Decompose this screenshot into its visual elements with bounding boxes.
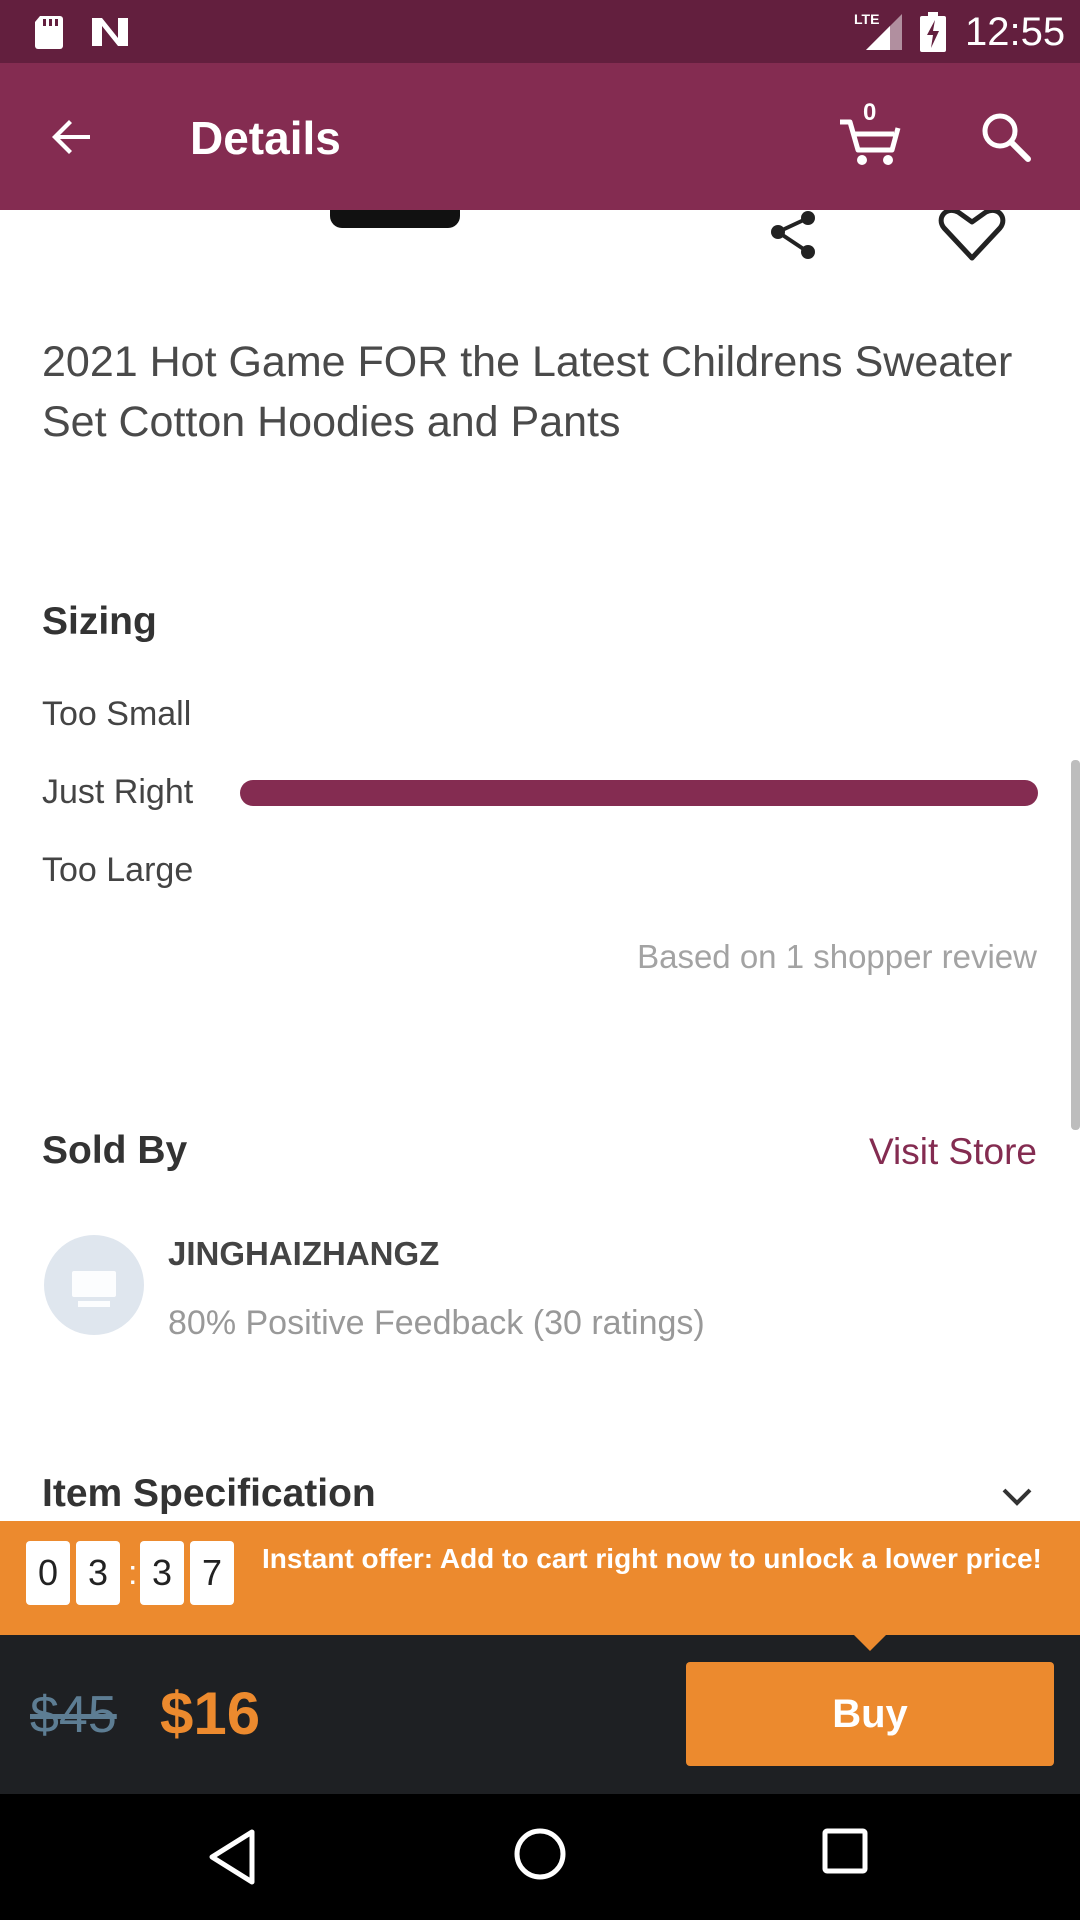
sizing-row-too-large: Too Large: [42, 848, 1042, 892]
buy-bar: $45 $16 Buy: [0, 1635, 1080, 1794]
scrollbar[interactable]: [1071, 760, 1080, 1130]
app-bar: Details 0: [0, 63, 1080, 210]
seller-name[interactable]: JINGHAIZHANGZ: [168, 1234, 439, 1274]
offer-pointer: [854, 1635, 886, 1651]
signal-icon: LTE: [854, 11, 902, 50]
sizing-row-too-small: Too Small: [42, 692, 1042, 736]
visit-store-link[interactable]: Visit Store: [869, 1129, 1037, 1175]
product-details: 2021 Hot Game FOR the Latest Childrens S…: [0, 210, 1080, 1520]
navigation-bar: [0, 1794, 1080, 1920]
sd-card-icon: [35, 16, 63, 49]
nav-back-icon[interactable]: [208, 1828, 258, 1886]
store-icon: [72, 1271, 116, 1307]
clock: 12:55: [965, 10, 1066, 54]
countdown-digit: 0: [26, 1541, 70, 1605]
sizing-bar: [240, 780, 1038, 806]
sizing-bar-fill: [240, 780, 1038, 806]
chevron-down-icon[interactable]: [1000, 1486, 1034, 1508]
page-title: Details: [190, 112, 341, 164]
share-icon[interactable]: [766, 210, 822, 262]
sizing-label: Just Right: [42, 773, 194, 811]
nav-home-icon[interactable]: [512, 1826, 568, 1882]
product-title: 2021 Hot Game FOR the Latest Childrens S…: [42, 338, 1013, 446]
heart-icon[interactable]: [936, 210, 1008, 262]
sizing-bar: [240, 858, 1038, 884]
screen: LTE 12:55 Details 0 2021 Hot Game FOR th…: [0, 0, 1080, 1920]
battery-charging-icon: [920, 12, 946, 52]
countdown-separator: :: [128, 1554, 138, 1592]
seller-feedback: 80% Positive Feedback (30 ratings): [168, 1304, 705, 1342]
seller-avatar[interactable]: [44, 1235, 144, 1335]
product-image[interactable]: [330, 210, 460, 228]
countdown-digit: 3: [140, 1541, 184, 1605]
n-icon: [92, 18, 128, 46]
sizing-heading: Sizing: [42, 600, 157, 643]
network-label: LTE: [854, 11, 879, 27]
sizing-label: Too Small: [42, 695, 192, 733]
sold-by-heading: Sold By: [42, 1129, 188, 1172]
instant-offer-banner[interactable]: 0 3 : 3 7 Instant offer: Add to cart rig…: [0, 1521, 1080, 1635]
countdown-digit: 3: [76, 1541, 120, 1605]
buy-button[interactable]: Buy: [686, 1662, 1054, 1766]
original-price: $45: [30, 1686, 117, 1744]
sizing-row-just-right: Just Right: [42, 770, 1042, 814]
cart-count-badge: 0: [863, 99, 877, 126]
sale-price: $16: [160, 1680, 261, 1747]
sizing-bar: [240, 702, 1038, 728]
sizing-review-note: Based on 1 shopper review: [637, 938, 1037, 975]
status-bar: LTE 12:55: [0, 0, 1080, 63]
offer-text: Instant offer: Add to cart right now to …: [262, 1543, 1042, 1574]
nav-recents-icon[interactable]: [822, 1828, 868, 1874]
back-arrow-icon[interactable]: [44, 109, 100, 165]
countdown-digit: 7: [190, 1541, 234, 1605]
sizing-label: Too Large: [42, 851, 194, 889]
item-specification-heading[interactable]: Item Specification: [42, 1472, 376, 1516]
search-icon[interactable]: [978, 109, 1034, 165]
